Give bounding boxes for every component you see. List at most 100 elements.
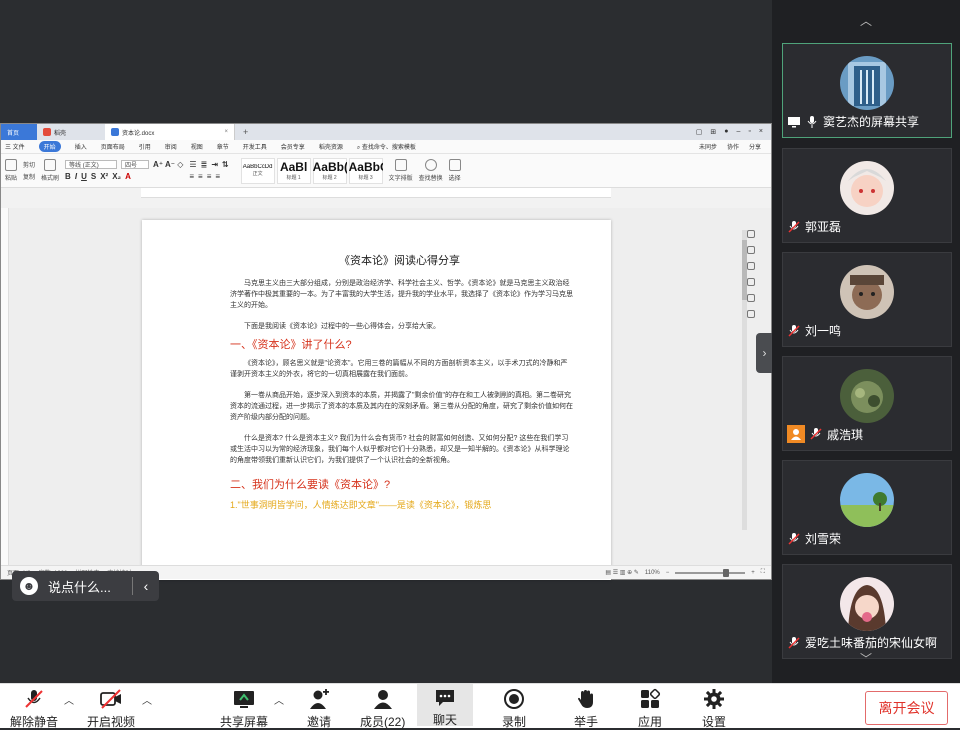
- menu-insert[interactable]: 插入: [75, 142, 87, 151]
- settings-tool-icon[interactable]: [747, 310, 755, 318]
- strikethrough-icon[interactable]: S: [91, 172, 96, 181]
- share-button[interactable]: 分享: [749, 142, 761, 151]
- maximize-icon[interactable]: ▫: [748, 128, 750, 136]
- menu-chapter[interactable]: 章节: [217, 142, 229, 151]
- view-mode-icons[interactable]: ▤ ☰ ▥ ⊕ ✎: [605, 569, 638, 576]
- zoom-in-icon[interactable]: +: [751, 570, 755, 576]
- align-center-icon[interactable]: ≡: [198, 172, 203, 181]
- emoji-icon[interactable]: ☻: [20, 577, 38, 595]
- unsynced-button[interactable]: 未同步: [699, 142, 717, 151]
- tab-docer-label: 稻壳: [54, 130, 67, 137]
- sort-icon[interactable]: ⇅: [222, 160, 229, 169]
- scroll-up-icon[interactable]: ︿: [772, 12, 960, 29]
- settings-button[interactable]: 设置: [702, 687, 726, 730]
- close-window-icon[interactable]: ×: [759, 128, 763, 136]
- avatar-icon[interactable]: ●: [724, 128, 728, 136]
- find-replace-button[interactable]: 查找替换: [419, 159, 443, 182]
- pointer-tool-icon[interactable]: [747, 262, 755, 270]
- participant-tile-6[interactable]: 爱吃土味番茄的宋仙女啊: [782, 564, 952, 659]
- zoom-level[interactable]: 110%: [645, 570, 660, 576]
- paste-button[interactable]: 粘贴: [5, 159, 17, 182]
- participant-tile-4[interactable]: 戚浩琪: [782, 356, 952, 451]
- underline-icon[interactable]: U: [81, 172, 87, 181]
- zoom-out-icon[interactable]: −: [666, 570, 670, 576]
- raise-hand-button[interactable]: 举手: [574, 687, 598, 730]
- subscript-icon[interactable]: X₂: [112, 172, 121, 181]
- text-layout-button[interactable]: 文字排版: [389, 159, 413, 182]
- share-screen-button[interactable]: 共享屏幕: [220, 687, 268, 730]
- members-button[interactable]: 成员(22): [360, 687, 405, 730]
- align-right-icon[interactable]: ≡: [207, 172, 212, 181]
- style-heading-3[interactable]: AaBbC标题 3: [348, 157, 383, 184]
- edit-tool-icon[interactable]: [747, 230, 755, 238]
- bullet-list-icon[interactable]: ☰: [189, 160, 196, 169]
- menu-view[interactable]: 视图: [191, 142, 203, 151]
- participant-tile-1[interactable]: 窦艺杰的屏幕共享: [782, 43, 952, 138]
- menu-page-layout[interactable]: 页面布局: [101, 142, 125, 151]
- tab-docer[interactable]: 稻壳: [37, 124, 105, 140]
- start-video-button[interactable]: 开启视频: [87, 687, 135, 730]
- style-normal[interactable]: AaBbCcDd 正文: [240, 157, 275, 184]
- record-button[interactable]: 录制: [502, 687, 526, 730]
- superscript-icon[interactable]: X²: [100, 172, 108, 181]
- chevron-up-icon[interactable]: ︿: [142, 692, 152, 707]
- participant-tile-2[interactable]: 郭亚磊: [782, 148, 952, 243]
- chat-input-bubble[interactable]: ☻ 说点什么... ‹: [12, 571, 159, 601]
- chevron-up-icon[interactable]: ︿: [274, 692, 284, 707]
- apps-button[interactable]: 应用: [638, 687, 662, 730]
- chat-button[interactable]: 聊天: [417, 684, 473, 727]
- select-button[interactable]: 选择: [448, 159, 461, 182]
- chevron-left-icon[interactable]: ‹: [133, 578, 159, 594]
- chat-icon: [433, 687, 457, 709]
- close-tab-icon[interactable]: ×: [224, 129, 228, 135]
- vertical-ruler[interactable]: [1, 208, 9, 567]
- scroll-down-icon[interactable]: ﹀: [772, 650, 960, 667]
- invite-button[interactable]: 邀请: [307, 687, 331, 730]
- collapse-panel-button[interactable]: ›: [756, 333, 773, 373]
- font-color-icon[interactable]: A: [125, 172, 131, 181]
- style-heading-2[interactable]: AaBb(标题 2: [312, 157, 347, 184]
- menu-dev-tools[interactable]: 开发工具: [243, 142, 267, 151]
- chevron-up-icon[interactable]: ︿: [64, 692, 74, 707]
- unmute-button[interactable]: 解除静音: [10, 687, 58, 730]
- mic-muted-icon: [788, 636, 800, 649]
- participant-tile-3[interactable]: 刘一鸣: [782, 252, 952, 347]
- tab-home[interactable]: 首页: [1, 124, 37, 140]
- collaborate-button[interactable]: 协作: [727, 142, 739, 151]
- font-grow-icons[interactable]: A⁺ A⁻ ◇: [153, 160, 183, 169]
- new-tab-icon[interactable]: +: [243, 127, 248, 137]
- document-page[interactable]: 《资本论》阅读心得分享 马克思主义由三大部分组成，分别是政治经济学、科学社会主义…: [142, 220, 611, 580]
- adjust-tool-icon[interactable]: [747, 278, 755, 286]
- menu-docer[interactable]: 稻壳资源: [319, 142, 343, 151]
- menu-vip[interactable]: 会员专享: [281, 142, 305, 151]
- menu-review[interactable]: 审阅: [165, 142, 177, 151]
- justify-icon[interactable]: ≡: [215, 172, 220, 181]
- cut-button[interactable]: 剪切: [23, 160, 35, 169]
- minimize-icon[interactable]: –: [737, 128, 741, 136]
- font-name-select[interactable]: 等线 (正文): [65, 160, 118, 169]
- align-left-icon[interactable]: ≡: [189, 172, 194, 181]
- bold-icon[interactable]: B: [65, 172, 71, 181]
- font-size-select[interactable]: 四号: [121, 160, 150, 169]
- format-painter-button[interactable]: 格式刷: [41, 159, 59, 182]
- italic-icon[interactable]: I: [75, 172, 77, 181]
- menu-references[interactable]: 引用: [139, 142, 151, 151]
- copy-button[interactable]: 复制: [23, 172, 35, 181]
- zoom-slider[interactable]: [675, 568, 746, 577]
- grid-icon[interactable]: ⊞: [710, 128, 716, 136]
- menu-search[interactable]: ⌕ 查找命令、搜索模板: [357, 142, 416, 152]
- horizontal-ruler[interactable]: [141, 188, 611, 198]
- menu-file[interactable]: 三 文件: [5, 142, 25, 151]
- help-tool-icon[interactable]: [747, 294, 755, 302]
- indent-icon[interactable]: ⇥: [211, 160, 218, 169]
- fullscreen-icon[interactable]: ⛶: [761, 569, 765, 576]
- style-heading-1[interactable]: AaBl 标题 1: [276, 157, 311, 184]
- leave-meeting-button[interactable]: 离开会议: [865, 691, 948, 725]
- settings-label: 设置: [702, 715, 727, 729]
- number-list-icon[interactable]: ≣: [201, 160, 208, 169]
- menu-start[interactable]: 开始: [38, 141, 61, 152]
- tab-document[interactable]: 资本论.docx ×: [105, 124, 235, 140]
- pen-tool-icon[interactable]: [747, 246, 755, 254]
- participant-tile-5[interactable]: 刘雪荣: [782, 460, 952, 555]
- layout-icon[interactable]: ▢: [696, 128, 703, 136]
